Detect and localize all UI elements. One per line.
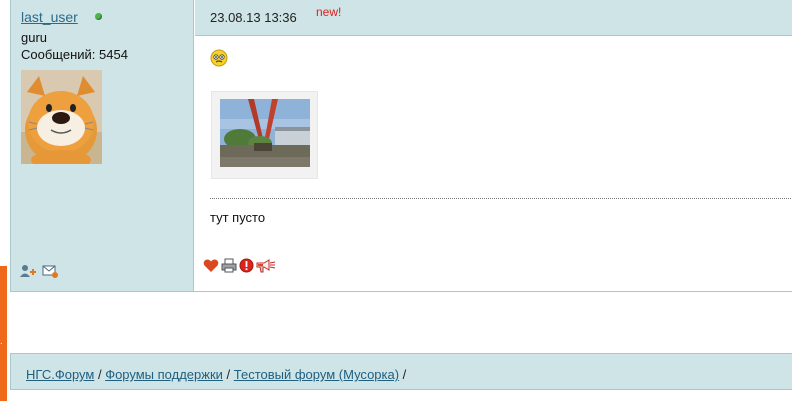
author-name-link[interactable]: last_user — [21, 9, 78, 25]
signature-separator — [210, 198, 792, 199]
post-date: 23.08.13 13:36 — [210, 10, 297, 25]
breadcrumb-separator: / — [94, 367, 106, 382]
smiley-icon — [210, 49, 228, 67]
author-rank: guru — [21, 30, 48, 45]
post-body: тут пусто — [195, 37, 792, 291]
author-panel: last_user guru Сообщений: 5454 — [11, 0, 194, 291]
new-badge: new! — [316, 5, 342, 19]
private-message-icon[interactable] — [42, 264, 58, 278]
author-post-count: Сообщений: 5454 — [21, 47, 128, 62]
post-actions — [203, 258, 276, 273]
author-actions — [20, 264, 58, 278]
breadcrumb-link-forum[interactable]: НГС.Форум — [26, 367, 94, 382]
image-thumbnail[interactable] — [211, 91, 318, 179]
breadcrumb-separator: / — [222, 367, 234, 382]
breadcrumb: НГС.Форум / Форумы поддержки / Тестовый … — [26, 367, 406, 382]
breadcrumb-link-support-forums[interactable]: Форумы поддержки — [105, 367, 223, 382]
like-heart-icon[interactable] — [203, 258, 219, 273]
report-icon[interactable] — [239, 258, 254, 273]
forum-post: last_user guru Сообщений: 5454 23.08.13 … — [10, 0, 792, 292]
breadcrumb-link-test-forum[interactable]: Тестовый форум (Мусорка) — [234, 367, 399, 382]
online-status-icon — [95, 13, 102, 20]
quote-icon[interactable] — [256, 258, 276, 273]
breadcrumb-separator: / — [399, 367, 407, 382]
add-friend-icon[interactable] — [20, 264, 36, 278]
breadcrumb-bar: НГС.Форум / Форумы поддержки / Тестовый … — [10, 353, 792, 390]
avatar[interactable] — [21, 70, 102, 164]
post-text: тут пусто — [210, 210, 266, 225]
post-header: 23.08.13 13:36 new! — [195, 0, 792, 36]
side-feedback-tab[interactable]: . — [0, 266, 7, 401]
print-icon[interactable] — [221, 258, 237, 273]
